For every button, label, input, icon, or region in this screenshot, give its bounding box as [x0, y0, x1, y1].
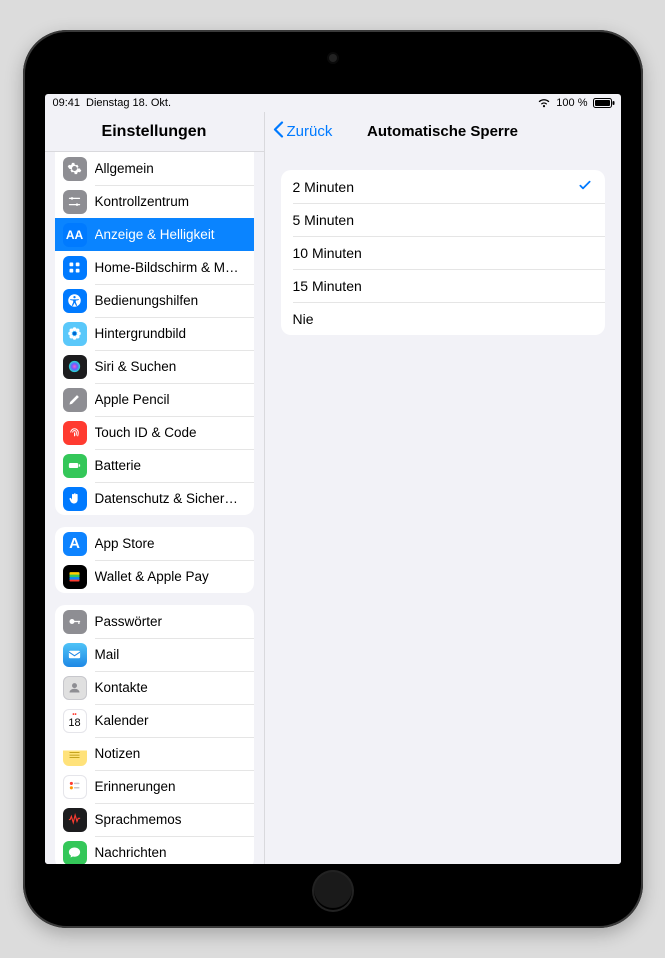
sidebar-item-label: Touch ID & Code: [95, 425, 244, 440]
messages-icon: [63, 841, 87, 865]
option-label: 5 Minuten: [293, 212, 593, 228]
status-battery-pct: 100 %: [556, 97, 587, 109]
sliders-icon: [63, 190, 87, 214]
sidebar-item-home-bildschirm-multi[interactable]: Home-Bildschirm & Multi...: [55, 251, 254, 284]
sidebar-item-label: Bedienungshilfen: [95, 293, 244, 308]
auto-lock-option[interactable]: 5 Minuten: [281, 203, 605, 236]
sidebar-item-apple-pencil[interactable]: Apple Pencil: [55, 383, 254, 416]
battery-icon: [63, 454, 87, 478]
sidebar-item-label: App Store: [95, 536, 244, 551]
sidebar-item-wallet-apple-pay[interactable]: Wallet & Apple Pay: [55, 560, 254, 593]
screen: 09:41 Dienstag 18. Okt. 100 % Ein: [45, 94, 621, 864]
camera-dot: [329, 54, 337, 62]
gear-icon: [63, 157, 87, 181]
sidebar-item-label: Hintergrundbild: [95, 326, 244, 341]
sidebar-item-label: Batterie: [95, 458, 244, 473]
sidebar-title: Einstellungen: [45, 112, 264, 152]
chevron-left-icon: [273, 121, 284, 142]
sidebar-item-label: Siri & Suchen: [95, 359, 244, 374]
option-label: 2 Minuten: [293, 179, 577, 195]
wallet-icon: [63, 565, 87, 589]
siri-icon: [63, 355, 87, 379]
sidebar-item-batterie[interactable]: Batterie: [55, 449, 254, 482]
auto-lock-option[interactable]: Nie: [281, 302, 605, 335]
option-label: 10 Minuten: [293, 245, 593, 261]
sidebar-item-label: Kontakte: [95, 680, 244, 695]
sidebar-item-siri-suchen[interactable]: Siri & Suchen: [55, 350, 254, 383]
auto-lock-option[interactable]: 10 Minuten: [281, 236, 605, 269]
sidebar-item-label: Kalender: [95, 713, 244, 728]
voice-icon: [63, 808, 87, 832]
sidebar-scroll[interactable]: Allgemein Kontrollzentrum AA Anzeige & Hell…: [45, 152, 264, 864]
contacts-icon: [63, 676, 87, 700]
sidebar-item-hintergrundbild[interactable]: Hintergrundbild: [55, 317, 254, 350]
detail-title: Automatische Sperre: [367, 123, 518, 140]
sidebar-item-label: Nachrichten: [95, 845, 244, 860]
back-button[interactable]: Zurück: [273, 112, 333, 151]
grid-icon: [63, 256, 87, 280]
device-bezel: 09:41 Dienstag 18. Okt. 100 % Ein: [23, 30, 643, 928]
mail-icon: [63, 643, 87, 667]
auto-lock-options: 2 Minuten 5 Minuten 10 Minuten 15 Minuten Ni…: [281, 170, 605, 335]
fingerprint-icon: [63, 421, 87, 445]
detail-pane: Zurück Automatische Sperre 2 Minuten 5 Mi…: [265, 112, 621, 864]
sidebar-item-label: Sprachmemos: [95, 812, 244, 827]
notes-icon: [63, 742, 87, 766]
sidebar-item-label: Home-Bildschirm & Multi...: [95, 260, 244, 275]
sidebar-item-label: Passwörter: [95, 614, 244, 629]
status-time: 09:41: [53, 97, 81, 109]
option-label: 15 Minuten: [293, 278, 593, 294]
sidebar-item-kontakte[interactable]: Kontakte: [55, 671, 254, 704]
wifi-icon: [537, 98, 551, 108]
checkmark-icon: [577, 177, 593, 196]
flower-icon: [63, 322, 87, 346]
sidebar-item-touch-id-code[interactable]: Touch ID & Code: [55, 416, 254, 449]
sidebar-item-label: Erinnerungen: [95, 779, 244, 794]
back-label: Zurück: [287, 123, 333, 140]
status-bar: 09:41 Dienstag 18. Okt. 100 %: [45, 94, 621, 112]
device-frame: 09:41 Dienstag 18. Okt. 100 % Ein: [0, 0, 665, 958]
sidebar-item-notizen[interactable]: Notizen: [55, 737, 254, 770]
sidebar-item-kontrollzentrum[interactable]: Kontrollzentrum: [55, 185, 254, 218]
calendar-icon: ••18: [63, 709, 87, 733]
settings-sidebar: Einstellungen AllgemeinKontrollzentrumAA…: [45, 112, 265, 864]
sidebar-group: A App Store Wallet & Apple Pay: [55, 527, 254, 593]
sidebar-item-bedienungshilfen[interactable]: Bedienungshilfen: [55, 284, 254, 317]
sidebar-item-app-store[interactable]: A App Store: [55, 527, 254, 560]
aa-icon: AA: [63, 223, 87, 247]
sidebar-item-datenschutz-sicherheit[interactable]: Datenschutz & Sicherheit: [55, 482, 254, 515]
pencil-icon: [63, 388, 87, 412]
nav-bar: Zurück Automatische Sperre: [265, 112, 621, 152]
home-button[interactable]: [312, 870, 354, 912]
sidebar-item-kalender[interactable]: ••18 Kalender: [55, 704, 254, 737]
key-icon: [63, 610, 87, 634]
sidebar-item-anzeige-helligkeit[interactable]: AA Anzeige & Helligkeit: [55, 218, 254, 251]
option-label: Nie: [293, 311, 593, 327]
sidebar-item-label: Anzeige & Helligkeit: [95, 227, 244, 242]
sidebar-item-sprachmemos[interactable]: Sprachmemos: [55, 803, 254, 836]
status-date: Dienstag 18. Okt.: [86, 97, 171, 109]
sidebar-item-label: Apple Pencil: [95, 392, 244, 407]
auto-lock-option[interactable]: 2 Minuten: [281, 170, 605, 203]
sidebar-item-allgemein[interactable]: Allgemein: [55, 152, 254, 185]
hand-icon: [63, 487, 87, 511]
sidebar-group: Allgemein Kontrollzentrum AA Anzeige & Hell…: [55, 152, 254, 515]
appstore-icon: A: [63, 532, 87, 556]
sidebar-item-passw-rter[interactable]: Passwörter: [55, 605, 254, 638]
reminders-icon: [63, 775, 87, 799]
sidebar-item-label: Notizen: [95, 746, 244, 761]
sidebar-item-label: Mail: [95, 647, 244, 662]
sidebar-item-label: Allgemein: [95, 161, 244, 176]
sidebar-item-erinnerungen[interactable]: Erinnerungen: [55, 770, 254, 803]
sidebar-item-label: Kontrollzentrum: [95, 194, 244, 209]
accessibility-icon: [63, 289, 87, 313]
sidebar-item-nachrichten[interactable]: Nachrichten: [55, 836, 254, 864]
sidebar-group: Passwörter Mail Kontakte ••18 Kalender Notize…: [55, 605, 254, 864]
sidebar-item-label: Datenschutz & Sicherheit: [95, 491, 244, 506]
sidebar-item-mail[interactable]: Mail: [55, 638, 254, 671]
sidebar-item-label: Wallet & Apple Pay: [95, 569, 244, 584]
battery-icon: [593, 98, 615, 108]
auto-lock-option[interactable]: 15 Minuten: [281, 269, 605, 302]
